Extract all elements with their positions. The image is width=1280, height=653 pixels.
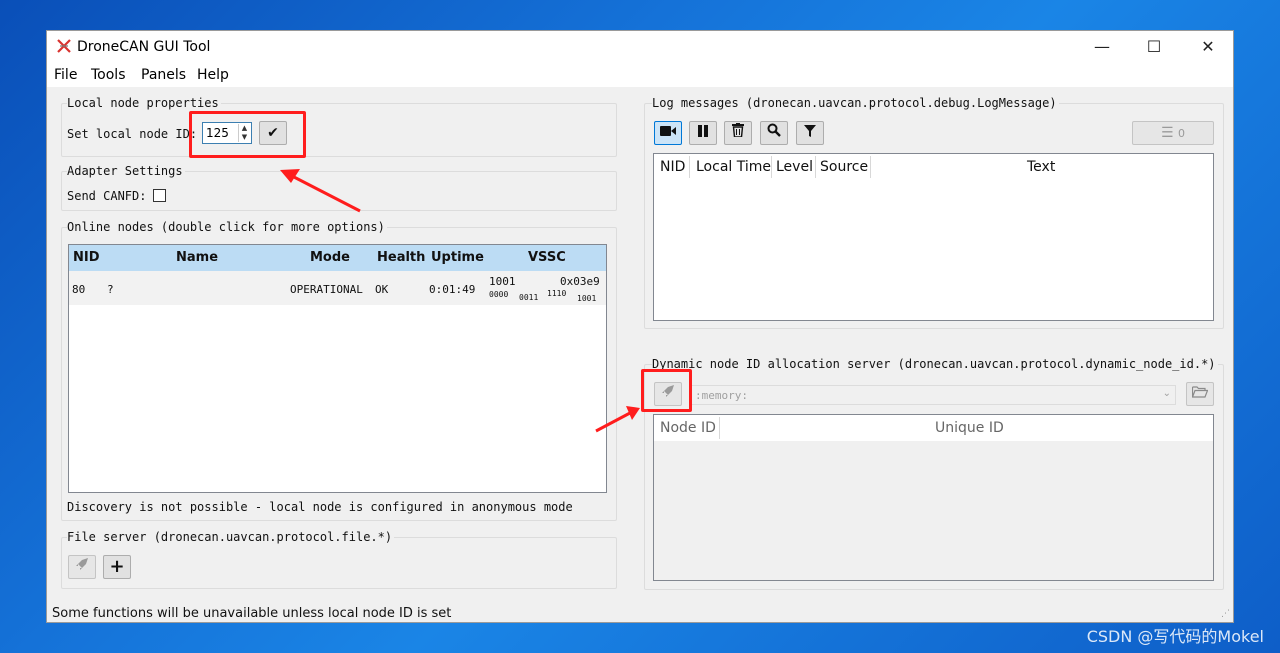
watermark: CSDN @写代码的Mokel [1086,627,1264,646]
annotation-arrow-2 [595,406,640,433]
annotation-arrow-1 [280,169,361,213]
annotation-arrows [280,169,640,433]
